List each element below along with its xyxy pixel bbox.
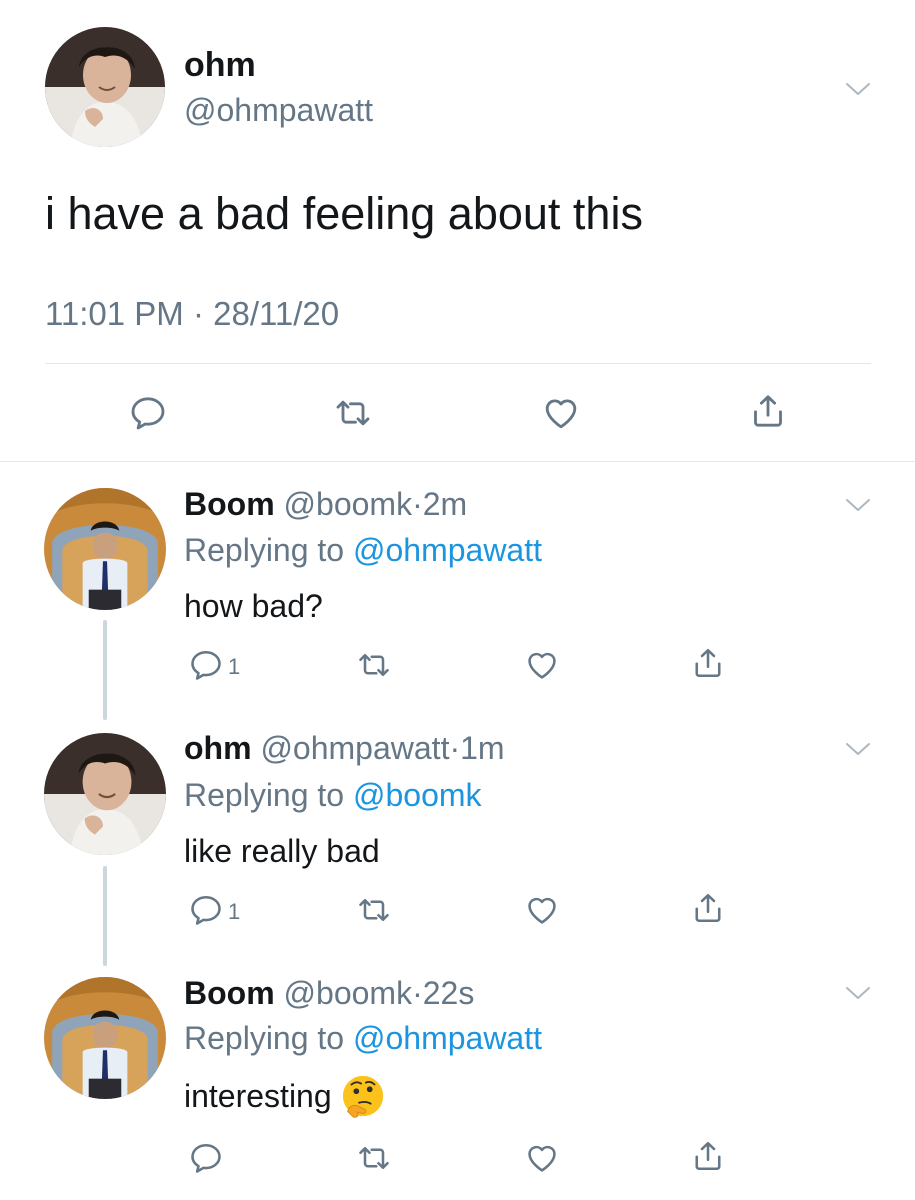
chevron-down-icon[interactable]	[845, 985, 871, 1001]
reply-age[interactable]: 2m	[423, 486, 467, 522]
retweet-icon	[356, 647, 392, 683]
reply-button[interactable]	[188, 1140, 224, 1176]
like-button[interactable]	[524, 892, 560, 928]
replying-label: Replying to	[184, 1020, 345, 1056]
like-button[interactable]	[524, 1140, 560, 1176]
reply-icon	[188, 1140, 224, 1176]
replying-to-link[interactable]: @boomk	[353, 777, 482, 813]
like-icon	[524, 1140, 560, 1176]
share-icon	[690, 645, 726, 681]
retweet-icon	[333, 393, 373, 433]
replying-label: Replying to	[184, 777, 345, 813]
like-icon	[524, 647, 560, 683]
separator: ·	[412, 486, 423, 522]
share-button[interactable]	[690, 1138, 726, 1174]
reply-header: Boom @boomk·2m	[184, 486, 467, 523]
replying-to-link[interactable]: @ohmpawatt	[353, 532, 542, 568]
reply-age[interactable]: 22s	[423, 975, 475, 1011]
section-divider	[0, 461, 915, 462]
reply-text: interesting	[184, 1077, 332, 1114]
share-button[interactable]	[690, 645, 726, 681]
retweet-button[interactable]	[356, 892, 392, 928]
author-name[interactable]: Boom	[184, 975, 275, 1011]
share-icon	[748, 391, 788, 431]
reply-icon	[188, 892, 224, 928]
retweet-button[interactable]	[356, 647, 392, 683]
thread-line	[103, 620, 107, 720]
author-handle[interactable]: @boomk	[284, 975, 413, 1011]
retweet-icon	[356, 1140, 392, 1176]
retweet-button[interactable]	[356, 1140, 392, 1176]
reply-count: 1	[228, 899, 241, 924]
like-icon	[541, 393, 581, 433]
chevron-down-icon[interactable]	[845, 497, 871, 513]
reply-text: like really bad	[184, 833, 380, 869]
replying-to: Replying to @ohmpawatt	[184, 1020, 542, 1057]
like-button[interactable]	[541, 393, 581, 433]
reply-button[interactable]	[128, 393, 168, 433]
reply-icon	[188, 647, 224, 683]
avatar[interactable]	[45, 27, 165, 147]
replying-label: Replying to	[184, 532, 345, 568]
author-name[interactable]: ohm	[184, 46, 256, 85]
thread-line	[103, 866, 107, 966]
thinking-face-icon	[340, 1073, 386, 1119]
chevron-down-icon[interactable]	[845, 81, 871, 97]
author-handle[interactable]: @boomk	[284, 486, 413, 522]
reply-header: ohm @ohmpawatt·1m	[184, 730, 505, 767]
tweet-text: i have a bad feeling about this	[45, 188, 643, 239]
divider	[45, 363, 871, 364]
share-icon	[690, 890, 726, 926]
separator: ·	[412, 975, 423, 1011]
avatar[interactable]	[44, 977, 166, 1099]
author-handle[interactable]: @ohmpawatt	[260, 730, 449, 766]
author-name[interactable]: Boom	[184, 486, 275, 522]
chevron-down-icon[interactable]	[845, 741, 871, 757]
share-button[interactable]	[690, 890, 726, 926]
reply-text-row: interesting	[184, 1073, 386, 1119]
avatar[interactable]	[44, 488, 166, 610]
retweet-button[interactable]	[333, 393, 373, 433]
share-icon	[690, 1138, 726, 1174]
reply-header: Boom @boomk·22s	[184, 975, 474, 1012]
replying-to: Replying to @boomk	[184, 777, 482, 814]
reply-icon	[128, 393, 168, 433]
separator: ·	[449, 730, 461, 766]
author-name[interactable]: ohm	[184, 730, 252, 766]
tweet-timestamp[interactable]: 11:01 PM · 28/11/20	[45, 295, 339, 333]
reply-button[interactable]: 1	[188, 647, 240, 683]
retweet-icon	[356, 892, 392, 928]
reply-count: 1	[228, 654, 241, 679]
share-button[interactable]	[748, 391, 788, 431]
replying-to: Replying to @ohmpawatt	[184, 532, 542, 569]
like-icon	[524, 892, 560, 928]
reply-text: how bad?	[184, 588, 323, 624]
reply-button[interactable]: 1	[188, 892, 240, 928]
reply-age[interactable]: 1m	[460, 730, 504, 766]
avatar[interactable]	[44, 733, 166, 855]
replying-to-link[interactable]: @ohmpawatt	[353, 1020, 542, 1056]
author-handle[interactable]: @ohmpawatt	[184, 92, 373, 129]
like-button[interactable]	[524, 647, 560, 683]
